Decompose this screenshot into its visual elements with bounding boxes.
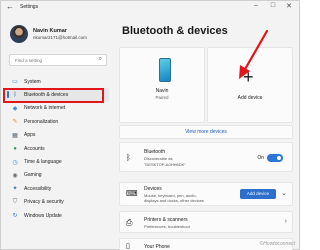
device-status: Paired [155, 95, 169, 100]
view-more-devices-link[interactable]: View more devices [119, 125, 293, 139]
user-name: Navin Kumar [33, 28, 67, 34]
sidebar-item-windows-update[interactable]: ↻ Windows Update [7, 209, 109, 222]
device-card-navin[interactable]: Navin Paired [119, 47, 205, 123]
sidebar-item-label: Windows Update [24, 212, 62, 219]
globe-clock-icon: ◷ [12, 159, 18, 166]
avatar[interactable] [10, 25, 28, 43]
bluetooth-icon: ᛒ [126, 153, 131, 162]
apps-icon: ▦ [12, 132, 18, 139]
wifi-icon: ◆ [12, 105, 18, 112]
devices-row[interactable]: ⌨ Devices Mouse, keyboard, pen, audio, d… [119, 182, 293, 206]
chevron-right-icon[interactable]: › [285, 218, 287, 225]
your-phone-title: Your Phone [144, 244, 170, 250]
device-name: Navin [155, 88, 169, 94]
chevron-down-icon[interactable]: ⌄ [281, 189, 287, 197]
title-bar: ← Settings – □ ✕ [1, 1, 299, 15]
printers-row[interactable]: ⎙ Printers & scanners Preferences, troub… [119, 211, 293, 233]
watermark: ©Howtoconnect [259, 241, 295, 247]
keyboard-icon: ⌨ [126, 189, 138, 198]
person-icon: ● [13, 145, 17, 152]
window-title: Settings [20, 4, 39, 10]
back-arrow-icon[interactable]: ← [6, 2, 14, 11]
printers-title: Printers & scanners [144, 217, 188, 223]
add-device-label: Add device [237, 95, 263, 101]
sidebar-item-network-and-internet[interactable]: ◆ Network & internet [7, 102, 109, 115]
search-icon[interactable]: ⌕ [99, 56, 102, 63]
sidebar-item-label: Network & internet [24, 105, 66, 112]
sidebar-item-accounts[interactable]: ● Accounts [7, 142, 109, 155]
printers-sub: Preferences, troubleshoot [144, 224, 190, 229]
search-input[interactable]: Find a setting ⌕ [9, 54, 107, 66]
sidebar-item-personalization[interactable]: ✎ Personalization [7, 115, 109, 128]
maximize-button[interactable]: □ [266, 2, 280, 9]
search-placeholder: Find a setting [15, 58, 43, 63]
sidebar-item-label: Personalization [24, 118, 59, 125]
sidebar-item-accessibility[interactable]: ✦ Accessibility [7, 182, 109, 195]
sidebar-item-time-and-language[interactable]: ◷ Time & language [7, 155, 109, 168]
annotation-arrow [239, 29, 269, 79]
bluetooth-row: ᛒ Bluetooth Discoverable as "DESKTOP-A0H… [119, 142, 293, 172]
sidebar-item-label: Time & language [24, 159, 62, 166]
monitor-icon: ▭ [12, 79, 18, 86]
minimize-button[interactable]: – [249, 2, 263, 9]
highlight-box [3, 88, 104, 103]
devices-title: Devices [144, 186, 162, 192]
bluetooth-sub2: "DESKTOP-A0HH6DK" [144, 162, 186, 167]
devices-sub2: displays and docks, other devices [144, 198, 204, 203]
accessibility-icon: ✦ [12, 186, 18, 193]
bluetooth-toggle-label: On [257, 155, 264, 161]
page-title: Bluetooth & devices [122, 25, 228, 37]
sidebar-item-label: Apps [24, 132, 36, 139]
sidebar-item-label: System [24, 78, 41, 85]
phone-icon [159, 58, 171, 82]
update-icon: ↻ [12, 213, 18, 220]
bluetooth-sub1: Discoverable as [144, 156, 173, 161]
settings-window: ← Settings – □ ✕ Navin Kumar nkumar2171@… [0, 0, 300, 250]
sidebar-item-system[interactable]: ▭ System [7, 75, 109, 88]
bluetooth-toggle[interactable] [267, 154, 283, 162]
sidebar-item-apps[interactable]: ▦ Apps [7, 129, 109, 142]
shield-icon: ⛉ [12, 198, 18, 205]
sidebar-item-label: Privacy & security [24, 199, 64, 206]
printer-icon: ⎙ [126, 218, 133, 227]
sidebar-item-gaming[interactable]: ◉ Gaming [7, 169, 109, 182]
bluetooth-title: Bluetooth [144, 149, 166, 155]
brush-icon: ✎ [12, 119, 18, 126]
sidebar-item-label: Accessibility [24, 185, 52, 192]
gamepad-icon: ◉ [12, 172, 18, 179]
add-device-button[interactable]: Add device [240, 189, 276, 199]
close-button[interactable]: ✕ [282, 2, 296, 10]
sidebar-item-label: Accounts [24, 145, 45, 152]
user-email: nkumar2171@hotmail.com [33, 35, 87, 40]
sidebar-item-privacy-and-security[interactable]: ⛉ Privacy & security [7, 196, 109, 209]
phone-link-icon: ▯ [126, 243, 130, 250]
sidebar-item-label: Gaming [24, 172, 42, 179]
